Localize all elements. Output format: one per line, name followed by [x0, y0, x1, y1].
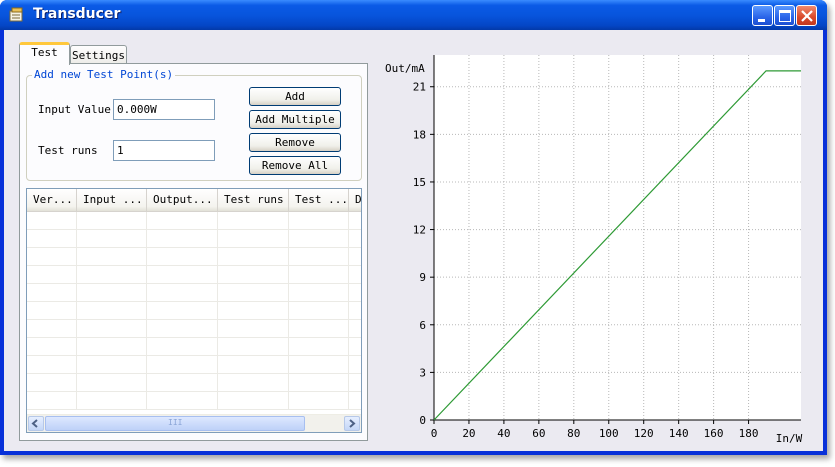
scroll-left-button[interactable]: [28, 416, 44, 431]
chevron-right-icon: [349, 419, 356, 428]
x-tick-label: 140: [669, 427, 689, 440]
column-header-test-runs[interactable]: Test runs: [218, 189, 289, 211]
y-tick-label: 9: [419, 271, 426, 284]
grid-line: [27, 373, 361, 374]
plot-background: [434, 55, 801, 420]
x-tick-label: 160: [704, 427, 724, 440]
y-tick-label: 3: [419, 366, 426, 379]
x-axis-label: In/W: [776, 432, 803, 445]
column-header-test[interactable]: Test ...: [289, 189, 349, 211]
add-test-point-group: Add new Test Point(s) Input Value Test r…: [26, 68, 362, 181]
grid-line: [27, 409, 361, 410]
test-runs-field[interactable]: [113, 140, 215, 161]
main-window: Transducer Test Settings Add new Test Po…: [0, 0, 827, 455]
add-multiple-button[interactable]: Add Multiple: [249, 110, 341, 129]
minimize-button[interactable]: [752, 5, 773, 26]
y-tick-label: 15: [413, 176, 426, 189]
x-tick-label: 40: [497, 427, 510, 440]
close-button[interactable]: [796, 5, 817, 26]
test-tab-panel: Add new Test Point(s) Input Value Test r…: [19, 63, 368, 441]
grid-line: [27, 247, 361, 248]
scroll-grip-icon: III: [168, 418, 183, 427]
x-tick-label: 100: [599, 427, 619, 440]
remove-button[interactable]: Remove: [249, 133, 341, 152]
client-area: Test Settings Add new Test Point(s) Inpu…: [4, 30, 823, 451]
grid-line: [27, 391, 361, 392]
minimize-icon: [758, 19, 765, 22]
grid-line: [27, 265, 361, 266]
tab-settings[interactable]: Settings: [70, 45, 127, 65]
column-header-version[interactable]: Ver...: [27, 189, 77, 211]
transfer-chart: 0 20 40 60 80 100 120 140 160 180 0 3 6 9 12 15 18 21 Out/…: [374, 30, 823, 451]
chevron-left-icon: [31, 419, 38, 428]
x-tick-label: 20: [462, 427, 475, 440]
list-header: Ver... Input ... Output... Test runs Tes…: [27, 189, 361, 212]
grid-line: [27, 301, 361, 302]
y-tick-label: 6: [419, 319, 426, 332]
remove-all-button[interactable]: Remove All: [249, 156, 341, 175]
grid-line: [27, 337, 361, 338]
y-tick-label: 12: [413, 224, 426, 237]
maximize-icon: [779, 10, 791, 22]
x-tick-label: 0: [431, 427, 438, 440]
grid-line: [27, 229, 361, 230]
tab-test-label: Test: [31, 46, 58, 59]
y-tick-label: 18: [413, 128, 426, 141]
grid-line: [27, 355, 361, 356]
input-value-label: Input Value: [38, 103, 111, 116]
close-icon: [801, 10, 813, 22]
app-icon: [9, 7, 25, 22]
chart-canvas: 0 20 40 60 80 100 120 140 160 180 0 3 6 9 12 15 18 21 Out/…: [385, 55, 803, 445]
grid-line: [146, 212, 147, 410]
grid-line: [76, 212, 77, 410]
maximize-button[interactable]: [774, 5, 795, 26]
grid-line: [288, 212, 289, 410]
y-tick-label: 21: [413, 81, 426, 94]
y-tick-label: 0: [419, 414, 426, 427]
add-button[interactable]: Add: [249, 87, 341, 106]
horizontal-scrollbar[interactable]: III: [27, 414, 361, 432]
x-tick-label: 80: [567, 427, 580, 440]
x-tick-label: 120: [634, 427, 654, 440]
test-runs-label: Test runs: [38, 144, 98, 157]
grid-line: [27, 319, 361, 320]
grid-line: [348, 212, 349, 410]
grid-line: [217, 212, 218, 410]
column-header-output[interactable]: Output...: [147, 189, 218, 211]
tab-settings-label: Settings: [72, 49, 125, 62]
tab-test[interactable]: Test: [19, 42, 70, 65]
x-tick-label: 180: [739, 427, 759, 440]
column-header-d[interactable]: D: [349, 189, 361, 211]
window-title: Transducer: [33, 6, 121, 22]
test-points-list[interactable]: Ver... Input ... Output... Test runs Tes…: [26, 188, 362, 433]
scroll-thumb[interactable]: III: [45, 416, 305, 431]
scroll-right-button[interactable]: [344, 416, 360, 431]
x-tick-label: 60: [532, 427, 545, 440]
title-bar[interactable]: Transducer: [0, 0, 827, 30]
input-value-field[interactable]: [113, 99, 215, 120]
grid-line: [27, 283, 361, 284]
column-header-input[interactable]: Input ...: [77, 189, 147, 211]
y-axis-label: Out/mA: [385, 62, 425, 75]
group-title: Add new Test Point(s): [32, 68, 176, 81]
